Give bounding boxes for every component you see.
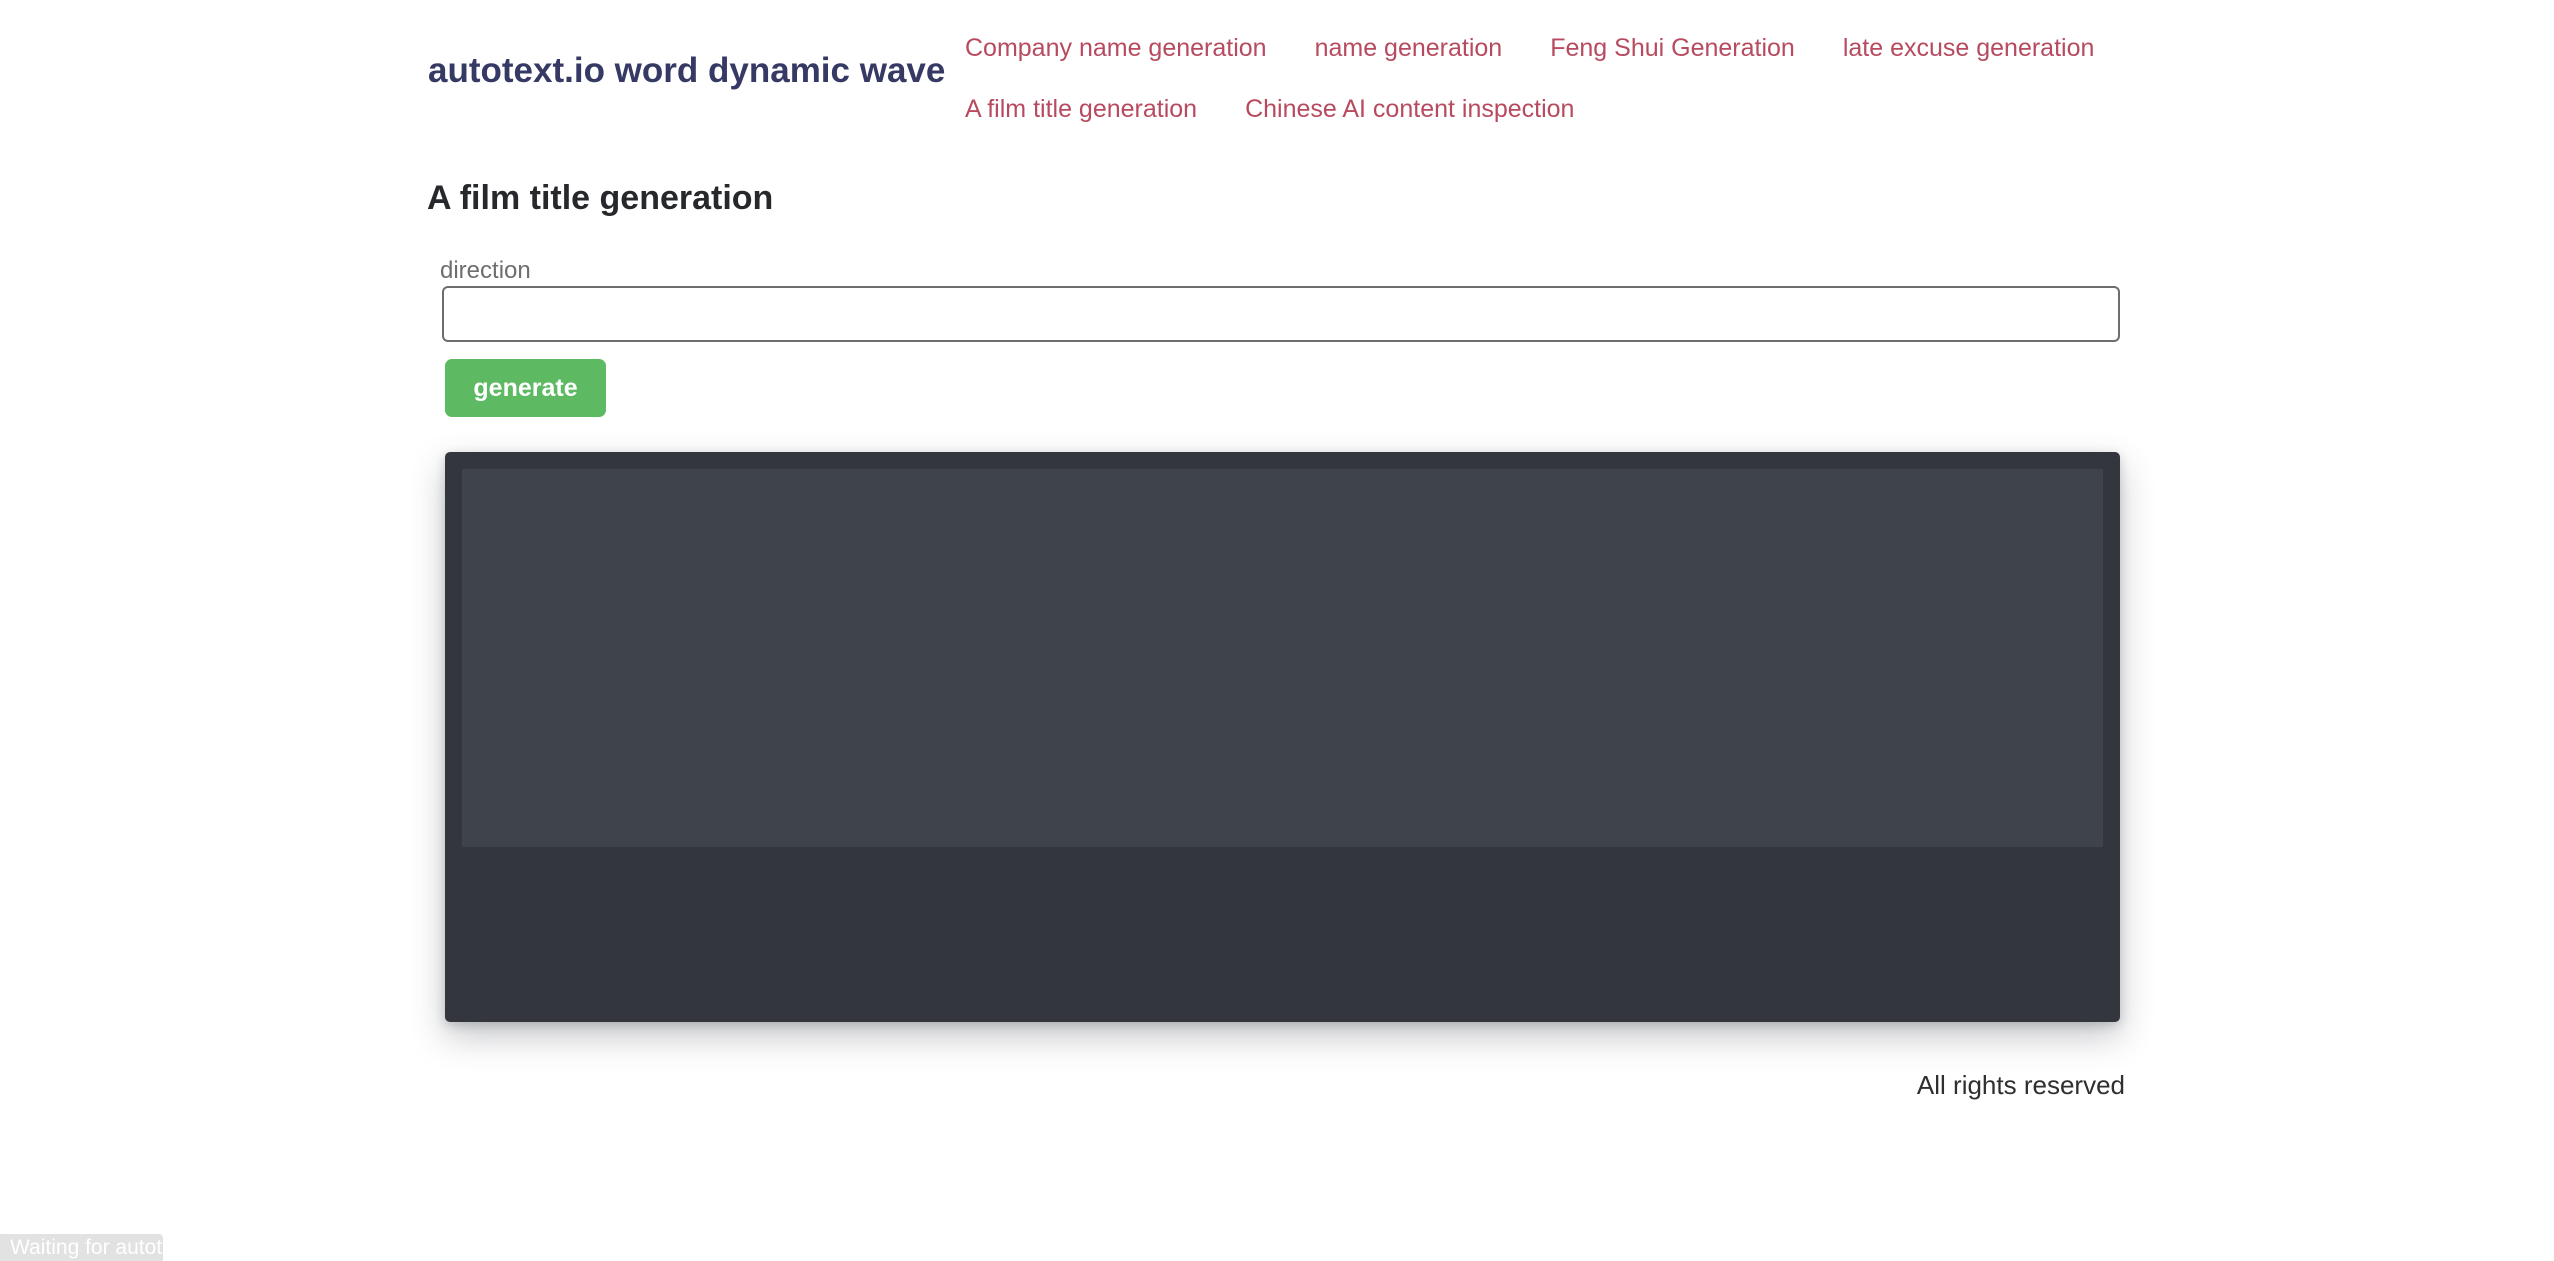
output-result-panel [462,469,2103,847]
page: autotext.io word dynamic wave Company na… [0,0,2554,1261]
direction-input[interactable] [442,286,2120,342]
main-nav: Company name generation name generation … [965,29,2115,128]
output-card [445,452,2120,1022]
nav-link-chinese-ai-content-inspection[interactable]: Chinese AI content inspection [1245,90,1574,128]
copyright-text: All rights reserved [1917,1068,2125,1102]
browser-status-text: Waiting for autotex [0,1234,163,1261]
site-logo[interactable]: autotext.io word dynamic wave [428,50,945,92]
browser-status-bubble: Waiting for autotex [0,1234,163,1261]
direction-label: direction [440,256,531,286]
nav-link-feng-shui-generation[interactable]: Feng Shui Generation [1550,29,1795,67]
nav-link-film-title-generation[interactable]: A film title generation [965,90,1197,128]
page-title: A film title generation [427,176,773,220]
nav-link-name-generation[interactable]: name generation [1315,29,1503,67]
generate-button[interactable]: generate [445,359,606,417]
nav-link-late-excuse-generation[interactable]: late excuse generation [1843,29,2095,67]
nav-link-company-name-generation[interactable]: Company name generation [965,29,1267,67]
